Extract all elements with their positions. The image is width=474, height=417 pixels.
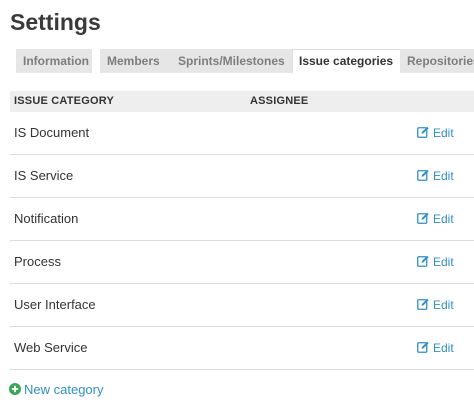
issue-category-table: IS Document Edit IS Service Edit Notific… <box>10 112 474 370</box>
edit-link[interactable]: Edit <box>417 198 454 240</box>
tab-members[interactable]: Members <box>100 49 179 73</box>
table-row: Notification Edit <box>10 198 474 241</box>
edit-link[interactable]: Edit <box>417 284 454 326</box>
table-header: ISSUE CATEGORY ASSIGNEE <box>10 91 474 112</box>
new-category-link[interactable]: New category <box>9 381 103 399</box>
edit-label: Edit <box>433 341 454 355</box>
edit-icon <box>417 126 429 138</box>
category-name: Web Service <box>14 340 88 355</box>
edit-link[interactable]: Edit <box>417 155 454 197</box>
tab-information[interactable]: Information <box>16 49 92 73</box>
edit-label: Edit <box>433 126 454 140</box>
edit-link[interactable]: Edit <box>417 112 454 154</box>
edit-icon <box>417 169 429 181</box>
column-header-assignee: ASSIGNEE <box>250 95 309 107</box>
tab-sprints-milestones[interactable]: Sprints/Milestones <box>171 49 301 73</box>
edit-label: Edit <box>433 212 454 226</box>
edit-icon <box>417 212 429 224</box>
column-header-issue-category: ISSUE CATEGORY <box>14 95 114 107</box>
table-row: IS Service Edit <box>10 155 474 198</box>
edit-icon <box>417 341 429 353</box>
settings-tabs: Information Members Sprints/Milestones I… <box>16 49 474 73</box>
edit-link[interactable]: Edit <box>417 327 454 369</box>
edit-icon <box>417 298 429 310</box>
tab-repositories[interactable]: Repositories <box>400 49 474 73</box>
category-name: Notification <box>14 211 79 226</box>
table-row: Web Service Edit <box>10 327 474 370</box>
tab-issue-categories[interactable]: Issue categories <box>292 49 409 73</box>
edit-icon <box>417 255 429 267</box>
edit-label: Edit <box>433 255 454 269</box>
edit-label: Edit <box>433 298 454 312</box>
category-name: IS Document <box>14 125 90 140</box>
category-name: IS Service <box>14 168 74 183</box>
new-category-label: New category <box>24 382 104 397</box>
table-row: User Interface Edit <box>10 284 474 327</box>
plus-circle-icon <box>9 383 21 395</box>
category-name: User Interface <box>14 297 96 312</box>
table-row: IS Document Edit <box>10 112 474 155</box>
table-row: Process Edit <box>10 241 474 284</box>
edit-label: Edit <box>433 169 454 183</box>
category-name: Process <box>14 254 61 269</box>
edit-link[interactable]: Edit <box>417 241 454 283</box>
page-title: Settings <box>10 9 101 35</box>
